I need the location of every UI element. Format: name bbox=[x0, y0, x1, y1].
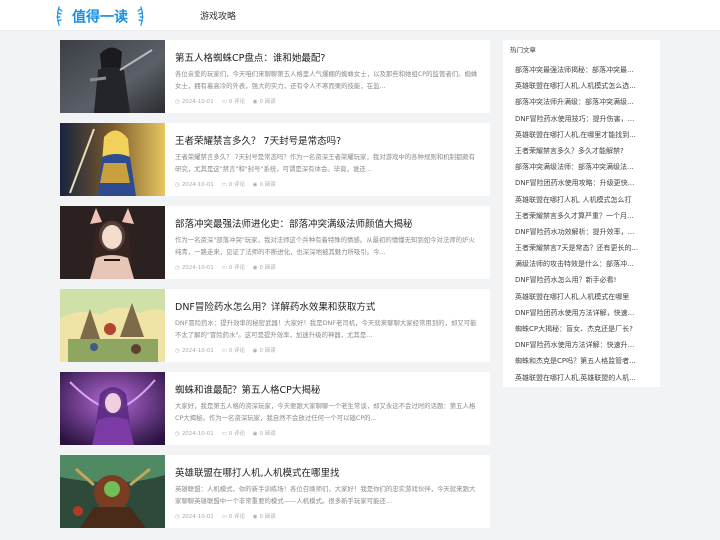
article-excerpt: 大家好，我是第五人格的资深玩家，今天要跟大家聊聊一个老生常谈，却又永远不会过时的… bbox=[175, 402, 476, 422]
article-comments: 0 评论 bbox=[228, 348, 245, 354]
hot-articles-title: 热门文章 bbox=[510, 46, 536, 54]
article-excerpt: 各位亲爱的玩家们，今天咱们来聊聊第五人格里人气爆棚的蜘蛛女士，以及那些和她组CP… bbox=[175, 70, 478, 90]
article-comments: 0 评论 bbox=[228, 182, 245, 188]
article-views: 0 阅读 bbox=[259, 265, 276, 271]
article-title[interactable]: 英雄联盟在哪打人机,人机模式在哪里找 bbox=[175, 465, 480, 479]
chat-icon: ▭ bbox=[221, 182, 227, 188]
article-meta: ◷ 2024-10-01 ▭ 0 评论 ◉ 0 阅读 bbox=[175, 429, 282, 437]
hot-article-link[interactable]: 部落冲突满级法师：部落冲突满级法... bbox=[515, 159, 649, 175]
hot-articles-panel: 热门文章 部落冲突最强法师揭秘：部落冲突最... 英雄联盟在哪打人机,人机模式怎… bbox=[503, 40, 660, 387]
article-excerpt: 王者荣耀禁言多久？ 7天封号是常态吗？作为一名资深王者荣耀玩家，我对游戏中的各种… bbox=[175, 153, 476, 173]
article-title[interactable]: 第五人格蜘蛛CP盘点：谁和她最配? bbox=[175, 50, 480, 64]
chat-icon: ▭ bbox=[221, 348, 227, 354]
article-thumbnail[interactable] bbox=[60, 40, 165, 113]
article-excerpt: 作为一名资深"部落冲突"玩家，我对法师这个兵种有着特殊的情感。从最初的懵懂无知到… bbox=[175, 236, 475, 256]
hot-article-link[interactable]: 英雄联盟在哪打人机,在哪里才能找到... bbox=[515, 127, 649, 143]
article-card[interactable]: DNF冒险药水怎么用？详解药水效果和获取方式 DNF冒险药水：提升效率的秘密武器… bbox=[60, 289, 490, 362]
hot-article-link[interactable]: 部落冲突法师升满级：部落冲突满级... bbox=[515, 94, 649, 110]
article-meta: ◷ 2024-10-01 ▭ 0 评论 ◉ 0 阅读 bbox=[175, 512, 282, 520]
article-views: 0 阅读 bbox=[259, 99, 276, 105]
hot-article-link[interactable]: 王者荣耀禁言多久才算严重？一个月... bbox=[515, 208, 649, 224]
clock-icon: ◷ bbox=[175, 431, 180, 437]
hot-article-link[interactable]: DNF冒险药水怎么用？新手必看! bbox=[515, 272, 649, 288]
site-logo[interactable]: 值得一读 bbox=[56, 3, 144, 29]
article-thumbnail[interactable] bbox=[60, 123, 165, 196]
article-meta: ◷ 2024-10-01 ▭ 0 评论 ◉ 0 阅读 bbox=[175, 97, 282, 105]
article-excerpt: DNF冒险药水：提升效率的秘密武器！大家好！我是DNF老司机，今天就来聊聊大家经… bbox=[175, 319, 477, 339]
article-comments: 0 评论 bbox=[228, 265, 245, 271]
article-excerpt: 英雄联盟：人机模式，你的新手训练场！各位召唤师们，大家好！我是你们的忠实游戏伙伴… bbox=[175, 485, 476, 505]
article-comments: 0 评论 bbox=[228, 514, 245, 520]
hot-article-link[interactable]: 蜘蛛CP大揭秘：盲女、杰克还是厂长? bbox=[515, 321, 649, 337]
article-views: 0 阅读 bbox=[259, 514, 276, 520]
article-comments: 0 评论 bbox=[228, 99, 245, 105]
article-meta: ◷ 2024-10-01 ▭ 0 评论 ◉ 0 阅读 bbox=[175, 346, 282, 354]
article-meta: ◷ 2024-10-01 ▭ 0 评论 ◉ 0 阅读 bbox=[175, 263, 282, 271]
hot-article-link[interactable]: 满级法师的攻击特效是什么：部落冲... bbox=[515, 256, 649, 272]
article-title[interactable]: DNF冒险药水怎么用？详解药水效果和获取方式 bbox=[175, 299, 480, 313]
article-card[interactable]: 第五人格蜘蛛CP盘点：谁和她最配? 各位亲爱的玩家们，今天咱们来聊聊第五人格里人… bbox=[60, 40, 490, 113]
hot-article-link[interactable]: DNF冒险药水功效解析：提升效率，... bbox=[515, 224, 649, 240]
article-card[interactable]: 王者荣耀禁言多久？ 7天封号是常态吗? 王者荣耀禁言多久？ 7天封号是常态吗？作… bbox=[60, 123, 490, 196]
svg-text:值得一读: 值得一读 bbox=[72, 9, 128, 26]
hot-article-link[interactable]: 英雄联盟在哪打人机, 人机模式怎么打 bbox=[515, 192, 649, 208]
article-date: 2024-10-01 bbox=[181, 99, 214, 105]
chat-icon: ▭ bbox=[221, 99, 227, 105]
article-thumbnail[interactable] bbox=[60, 289, 165, 362]
clock-icon: ◷ bbox=[175, 514, 180, 520]
hot-article-link[interactable]: 部落冲突最强法师揭秘：部落冲突最... bbox=[515, 62, 649, 78]
article-card[interactable]: 蜘蛛和谁最配？第五人格CP大揭秘 大家好，我是第五人格的资深玩家，今天要跟大家聊… bbox=[60, 372, 490, 445]
hot-article-link[interactable]: 英雄联盟在哪打人机,英雄联盟的人机... bbox=[515, 370, 649, 386]
eye-icon: ◉ bbox=[252, 99, 258, 105]
article-date: 2024-10-01 bbox=[181, 182, 214, 188]
chat-icon: ▭ bbox=[221, 265, 227, 271]
hot-article-link[interactable]: DNF冒险药水使用方法详解：快速升... bbox=[515, 337, 649, 353]
eye-icon: ◉ bbox=[252, 182, 258, 188]
hot-article-link[interactable]: DNF冒险团药水使用方法详解，快速... bbox=[515, 305, 649, 321]
article-date: 2024-10-01 bbox=[181, 431, 214, 437]
article-card[interactable]: 部落冲突最强法师进化史：部落冲突满级法师颜值大揭秘 作为一名资深"部落冲突"玩家… bbox=[60, 206, 490, 279]
hot-article-link[interactable]: 英雄联盟在哪打人机,人机模式怎么选... bbox=[515, 78, 649, 94]
article-list: 第五人格蜘蛛CP盘点：谁和她最配? 各位亲爱的玩家们，今天咱们来聊聊第五人格里人… bbox=[60, 40, 490, 538]
clock-icon: ◷ bbox=[175, 182, 180, 188]
article-title[interactable]: 部落冲突最强法师进化史：部落冲突满级法师颜值大揭秘 bbox=[175, 216, 480, 230]
chat-icon: ▭ bbox=[221, 514, 227, 520]
hot-article-link[interactable]: DNF冒险团药水使用攻略：升级更快... bbox=[515, 175, 649, 191]
article-views: 0 阅读 bbox=[259, 348, 276, 354]
hot-article-link[interactable]: DNF冒险药水使用技巧：提升伤害，... bbox=[515, 111, 649, 127]
article-date: 2024-10-01 bbox=[181, 348, 214, 354]
article-meta: ◷ 2024-10-01 ▭ 0 评论 ◉ 0 阅读 bbox=[175, 180, 282, 188]
article-thumbnail[interactable] bbox=[60, 206, 165, 279]
eye-icon: ◉ bbox=[252, 514, 258, 520]
hot-article-link[interactable]: 王者荣耀禁言7天是常态？还有更长的... bbox=[515, 240, 649, 256]
article-card[interactable]: 英雄联盟在哪打人机,人机模式在哪里找 英雄联盟：人机模式，你的新手训练场！各位召… bbox=[60, 455, 490, 528]
article-thumbnail[interactable] bbox=[60, 455, 165, 528]
clock-icon: ◷ bbox=[175, 265, 180, 271]
eye-icon: ◉ bbox=[252, 348, 258, 354]
article-thumbnail[interactable] bbox=[60, 372, 165, 445]
hot-articles-list: 部落冲突最强法师揭秘：部落冲突最... 英雄联盟在哪打人机,人机模式怎么选...… bbox=[515, 62, 649, 386]
hot-article-link[interactable]: 王者荣耀禁言多久？多久才能解禁? bbox=[515, 143, 649, 159]
hot-article-link[interactable]: 英雄联盟在哪打人机,人机模式在哪里 bbox=[515, 289, 649, 305]
article-date: 2024-10-01 bbox=[181, 514, 214, 520]
article-date: 2024-10-01 bbox=[181, 265, 214, 271]
clock-icon: ◷ bbox=[175, 99, 180, 105]
eye-icon: ◉ bbox=[252, 265, 258, 271]
eye-icon: ◉ bbox=[252, 431, 258, 437]
article-views: 0 阅读 bbox=[259, 182, 276, 188]
site-header: 值得一读 游戏攻略 bbox=[0, 0, 720, 31]
chat-icon: ▭ bbox=[221, 431, 227, 437]
article-title[interactable]: 蜘蛛和谁最配？第五人格CP大揭秘 bbox=[175, 382, 480, 396]
article-views: 0 阅读 bbox=[259, 431, 276, 437]
article-title[interactable]: 王者荣耀禁言多久？ 7天封号是常态吗? bbox=[175, 133, 480, 147]
hot-article-link[interactable]: 蜘蛛和杰克是CP吗？第五人格监管者... bbox=[515, 353, 649, 369]
article-comments: 0 评论 bbox=[228, 431, 245, 437]
clock-icon: ◷ bbox=[175, 348, 180, 354]
nav-item-game-guides[interactable]: 游戏攻略 bbox=[200, 9, 236, 22]
